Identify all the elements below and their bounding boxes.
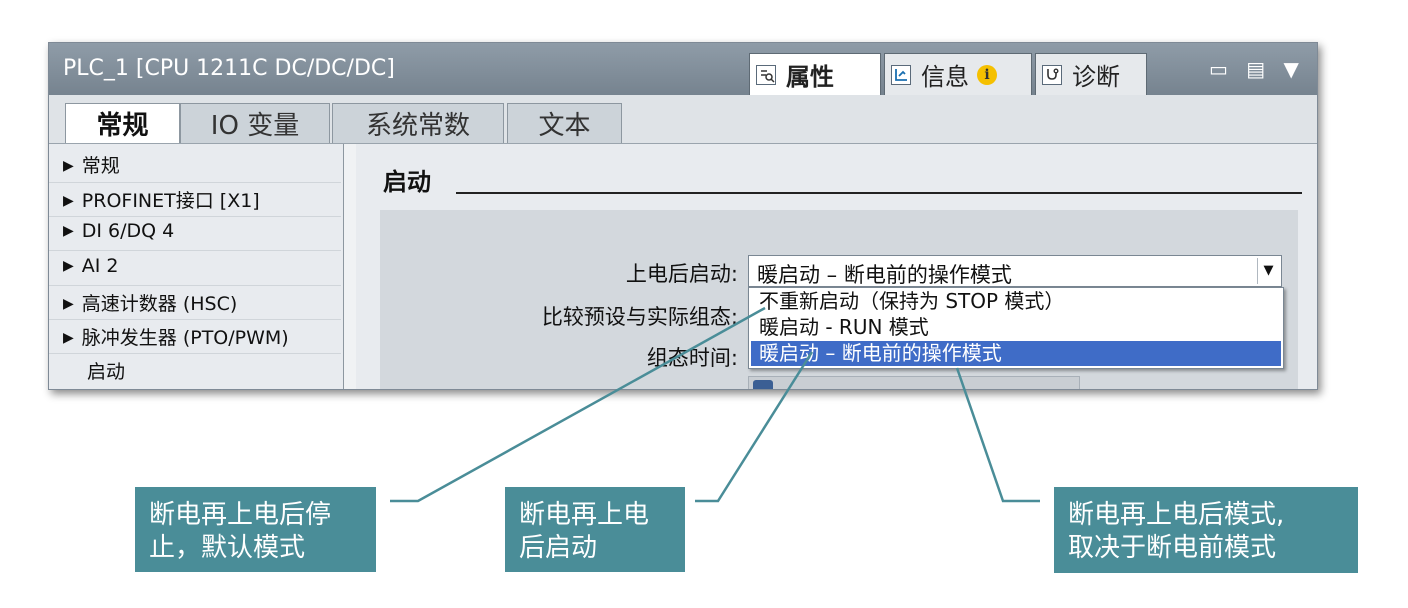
leader-line-2 (695, 351, 814, 503)
callout-restart: 断电再上电 后启动 (505, 487, 685, 572)
leader-line-3 (955, 367, 1040, 503)
callout-stop-default: 断电再上电后停 止，默认模式 (135, 487, 376, 572)
callout-previous-mode: 断电再上电后模式, 取决于断电前模式 (1054, 487, 1358, 573)
leader-line-1 (390, 306, 766, 503)
